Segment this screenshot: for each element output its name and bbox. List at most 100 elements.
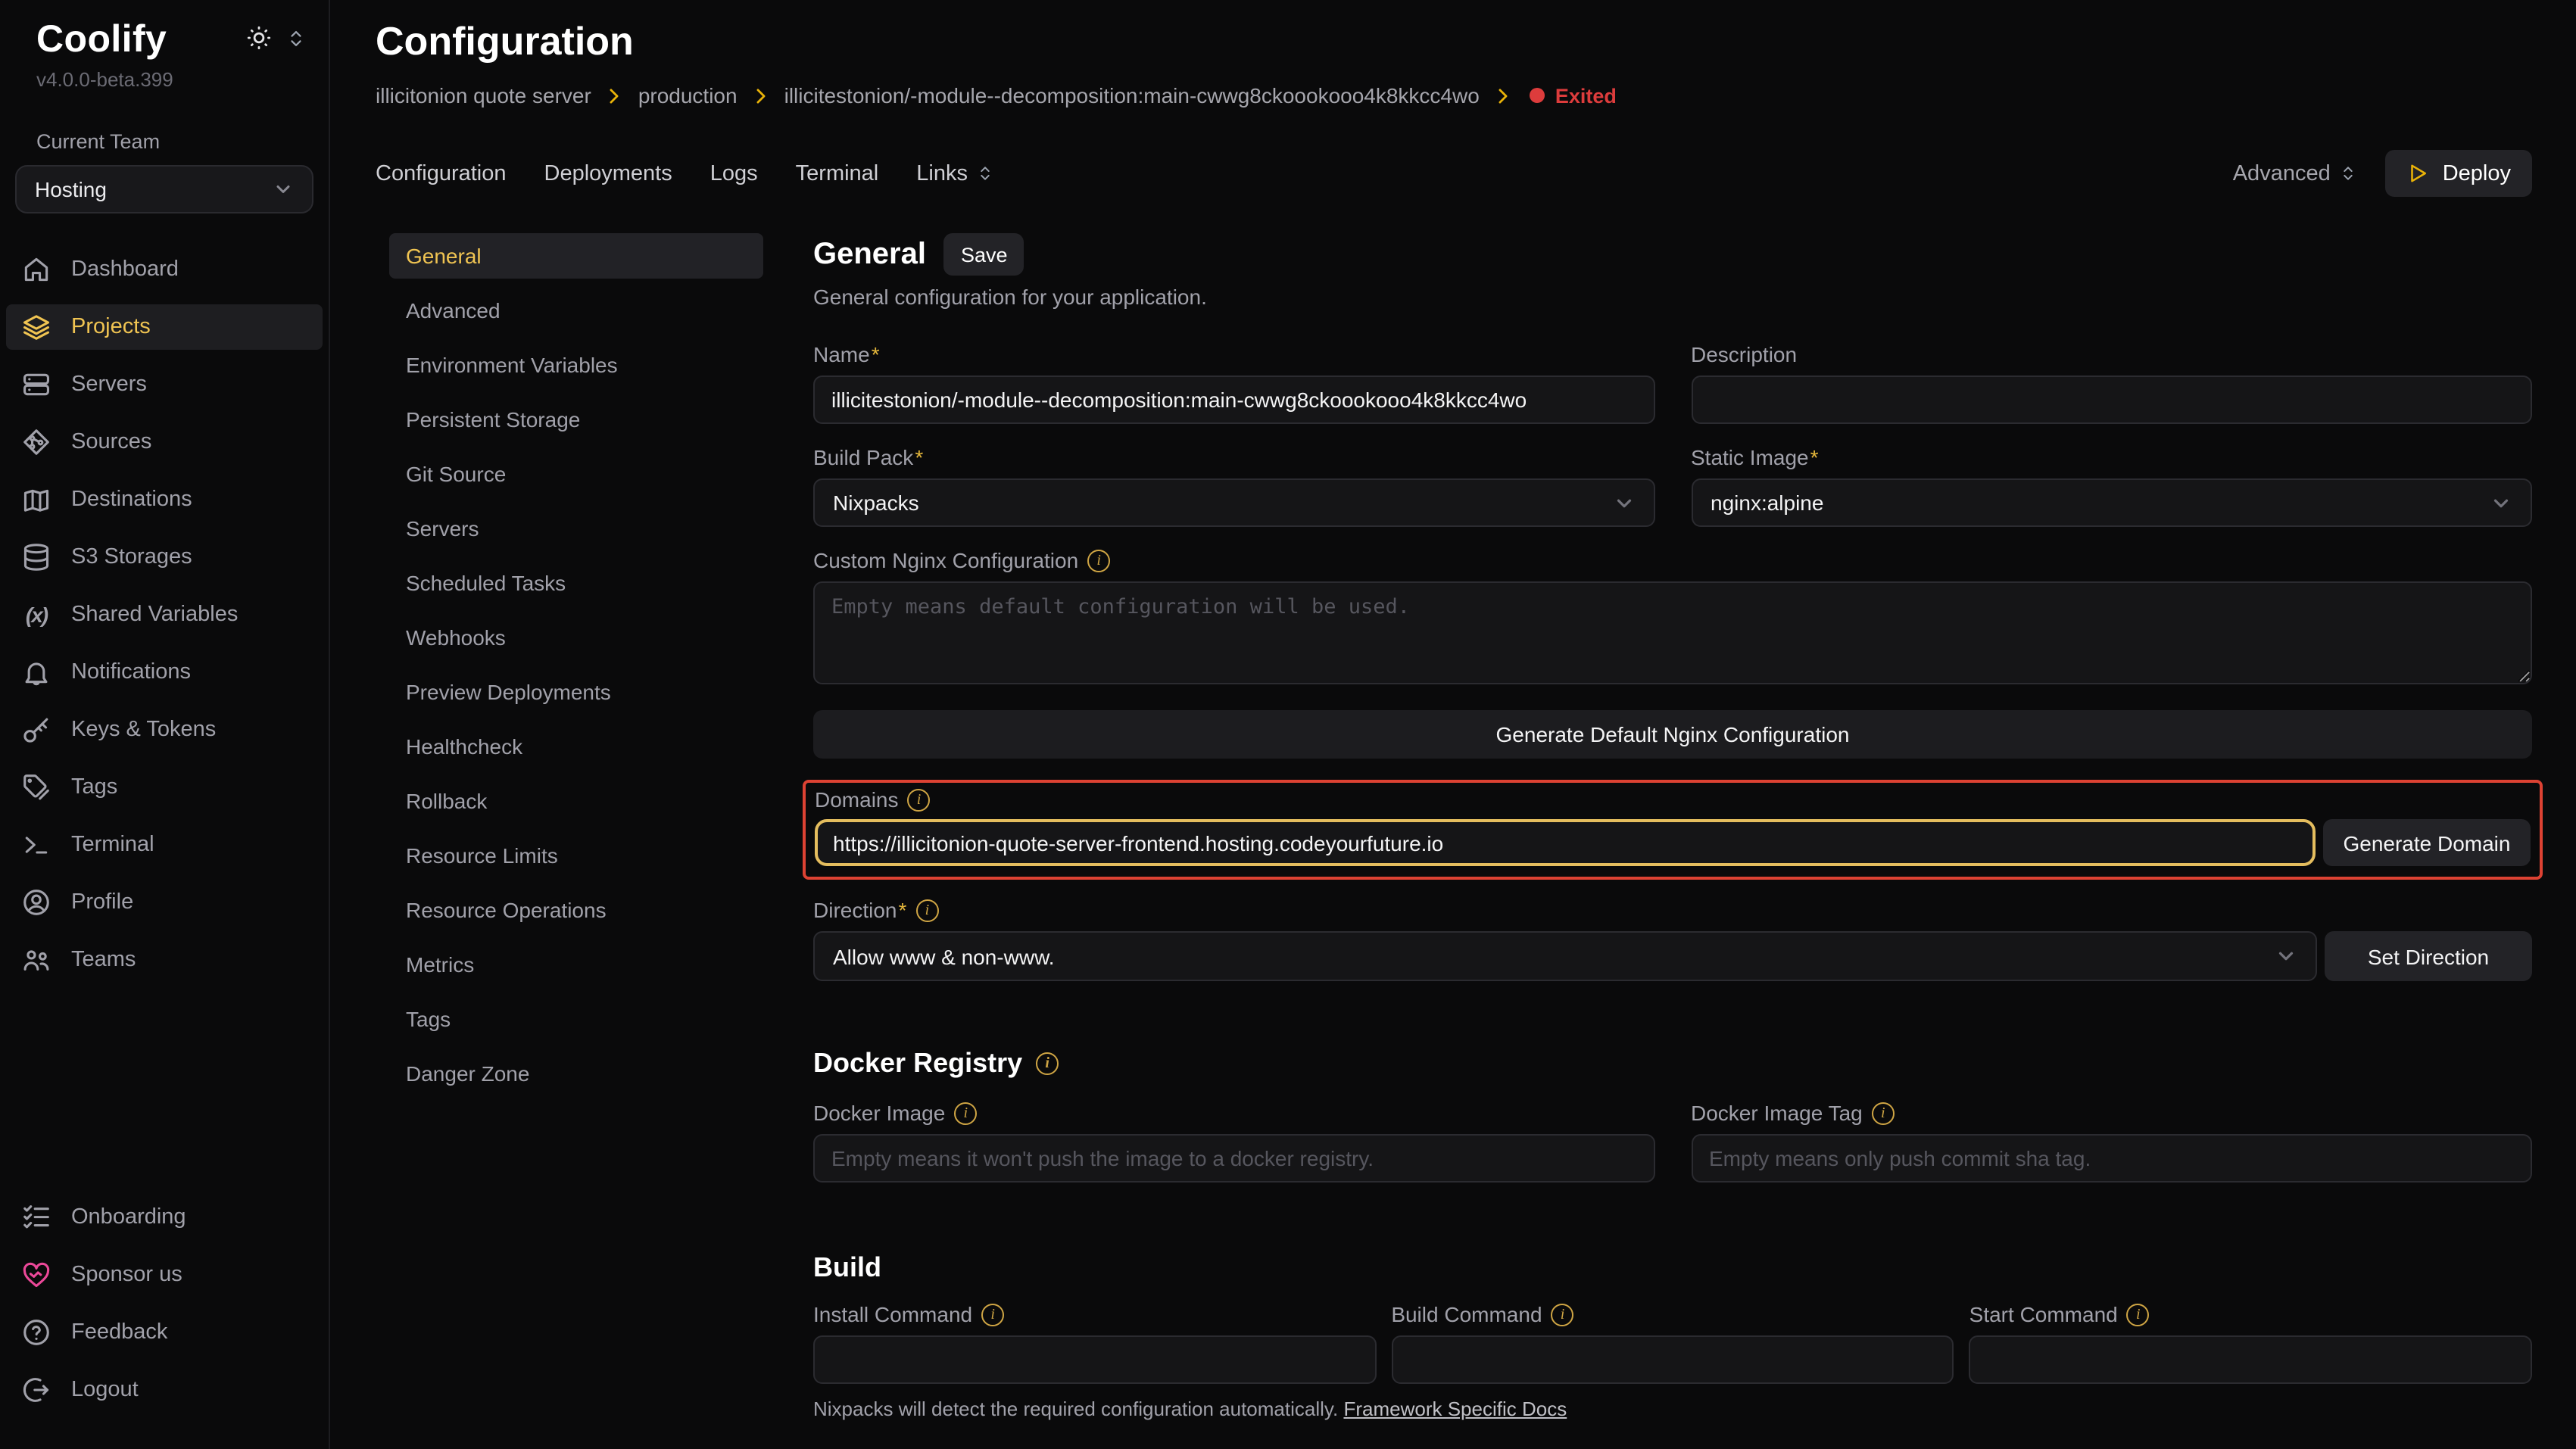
tab-configuration[interactable]: Configuration [376, 161, 507, 185]
chevron-right-icon [751, 86, 771, 105]
sidebar-item-projects[interactable]: Projects [6, 304, 323, 350]
tab-deployments[interactable]: Deployments [544, 161, 672, 185]
install-command-input[interactable] [813, 1335, 1376, 1384]
docker-image-input[interactable] [813, 1134, 1654, 1183]
domains-label: Domains [815, 787, 899, 812]
info-icon[interactable] [981, 1303, 1004, 1326]
subnav-metrics[interactable]: Metrics [389, 942, 763, 987]
build-pack-select[interactable]: Nixpacks [813, 478, 1654, 527]
sidebar-item-notifications[interactable]: Notifications [6, 650, 323, 695]
sidebar-item-tags[interactable]: Tags [6, 765, 323, 810]
breadcrumb-application[interactable]: illicitestonion/-module--decomposition:m… [784, 83, 1480, 108]
direction-select[interactable]: Allow www & non-www. [813, 931, 2317, 981]
save-button[interactable]: Save [944, 233, 1024, 276]
app-version: v4.0.0-beta.399 [0, 68, 329, 91]
info-icon[interactable] [954, 1102, 977, 1124]
subnav-danger-zone[interactable]: Danger Zone [389, 1051, 763, 1096]
variables-icon: (x) [21, 600, 51, 630]
git-source-icon [21, 427, 51, 457]
tab-terminal[interactable]: Terminal [796, 161, 879, 185]
subnav-servers[interactable]: Servers [389, 506, 763, 551]
page-title: Configuration [376, 18, 2532, 65]
subnav-tags[interactable]: Tags [389, 996, 763, 1042]
current-team-label: Current Team [0, 130, 329, 153]
tabs-row: Configuration Deployments Logs Terminal … [376, 150, 2532, 197]
chevron-down-icon [273, 179, 294, 200]
subnav-preview-deployments[interactable]: Preview Deployments [389, 669, 763, 715]
subnav-environment-variables[interactable]: Environment Variables [389, 342, 763, 388]
generate-nginx-button[interactable]: Generate Default Nginx Configuration [813, 710, 2532, 759]
subnav-persistent-storage[interactable]: Persistent Storage [389, 397, 763, 442]
subnav-general[interactable]: General [389, 233, 763, 279]
section-heading-general: General [813, 237, 926, 272]
docker-image-label: Docker Image [813, 1101, 945, 1125]
name-input[interactable] [813, 375, 1654, 424]
sidebar-item-profile[interactable]: Profile [6, 880, 323, 925]
build-pack-label: Build Pack [813, 445, 923, 469]
breadcrumb: illicitonion quote server production ill… [376, 83, 2532, 108]
set-direction-button[interactable]: Set Direction [2325, 931, 2532, 981]
team-select[interactable]: Hosting [15, 165, 313, 213]
domains-highlight-box: Domains Generate Domain [803, 780, 2543, 880]
map-icon [21, 485, 51, 515]
subnav-advanced[interactable]: Advanced [389, 288, 763, 333]
sidebar-item-terminal[interactable]: Terminal [6, 822, 323, 868]
sidebar-footer: Onboarding Sponsor us Feedback Logout [0, 1195, 329, 1425]
bell-icon [21, 657, 51, 687]
domains-input-focused [815, 819, 2316, 866]
tab-links[interactable]: Links [916, 161, 995, 185]
breadcrumb-environment[interactable]: production [638, 83, 738, 108]
sidebar-item-feedback[interactable]: Feedback [6, 1310, 323, 1355]
sidebar-nav: Dashboard Projects Servers Sources [0, 247, 329, 995]
docker-image-tag-input[interactable] [1691, 1134, 2532, 1183]
info-icon[interactable] [1552, 1303, 1574, 1326]
chevron-down-icon [2490, 491, 2512, 514]
build-command-input[interactable] [1391, 1335, 1954, 1384]
start-command-input[interactable] [1969, 1335, 2532, 1384]
sidebar-item-onboarding[interactable]: Onboarding [6, 1195, 323, 1240]
subnav-rollback[interactable]: Rollback [389, 778, 763, 824]
tab-logs[interactable]: Logs [710, 161, 758, 185]
deploy-button[interactable]: Deploy [2385, 150, 2532, 197]
breadcrumb-project[interactable]: illicitonion quote server [376, 83, 591, 108]
subnav-scheduled-tasks[interactable]: Scheduled Tasks [389, 560, 763, 606]
subnav-git-source[interactable]: Git Source [389, 451, 763, 497]
info-icon[interactable] [1087, 549, 1110, 572]
generate-domain-button[interactable]: Generate Domain [2323, 819, 2531, 866]
info-icon[interactable] [1872, 1102, 1895, 1124]
subnav-webhooks[interactable]: Webhooks [389, 615, 763, 660]
sidebar: Coolify v4.0.0-beta [0, 0, 330, 1449]
sidebar-item-teams[interactable]: Teams [6, 937, 323, 983]
info-icon[interactable] [2127, 1303, 2150, 1326]
chevron-down-icon [2275, 945, 2297, 968]
info-icon[interactable] [915, 899, 938, 921]
domains-input[interactable] [833, 830, 2297, 855]
sidebar-item-dashboard[interactable]: Dashboard [6, 247, 323, 292]
advanced-menu[interactable]: Advanced [2233, 161, 2358, 185]
static-image-select[interactable]: nginx:alpine [1691, 478, 2532, 527]
info-icon[interactable] [908, 788, 931, 811]
app-logo: Coolify [36, 18, 167, 62]
sidebar-item-logout[interactable]: Logout [6, 1367, 323, 1413]
sidebar-item-keys-tokens[interactable]: Keys & Tokens [6, 707, 323, 753]
theme-switcher-chevrons-icon[interactable] [285, 26, 307, 49]
sidebar-item-sources[interactable]: Sources [6, 419, 323, 465]
terminal-icon [21, 830, 51, 860]
subnav-resource-limits[interactable]: Resource Limits [389, 833, 763, 878]
config-subnav: General Advanced Environment Variables P… [389, 233, 763, 1449]
info-icon[interactable] [1036, 1052, 1059, 1075]
framework-docs-link[interactable]: Framework Specific Docs [1343, 1398, 1567, 1420]
theme-sun-icon[interactable] [245, 24, 273, 51]
sidebar-item-sponsor-us[interactable]: Sponsor us [6, 1252, 323, 1298]
status-badge: Exited [1530, 84, 1617, 107]
custom-nginx-textarea[interactable] [813, 581, 2532, 684]
heart-icon [21, 1260, 51, 1290]
sidebar-item-destinations[interactable]: Destinations [6, 477, 323, 522]
sidebar-item-servers[interactable]: Servers [6, 362, 323, 407]
subnav-resource-operations[interactable]: Resource Operations [389, 887, 763, 933]
sidebar-item-shared-variables[interactable]: (x) Shared Variables [6, 592, 323, 637]
description-input[interactable] [1691, 375, 2532, 424]
subnav-healthcheck[interactable]: Healthcheck [389, 724, 763, 769]
chevron-down-icon [1612, 491, 1635, 514]
sidebar-item-s3-storages[interactable]: S3 Storages [6, 534, 323, 580]
